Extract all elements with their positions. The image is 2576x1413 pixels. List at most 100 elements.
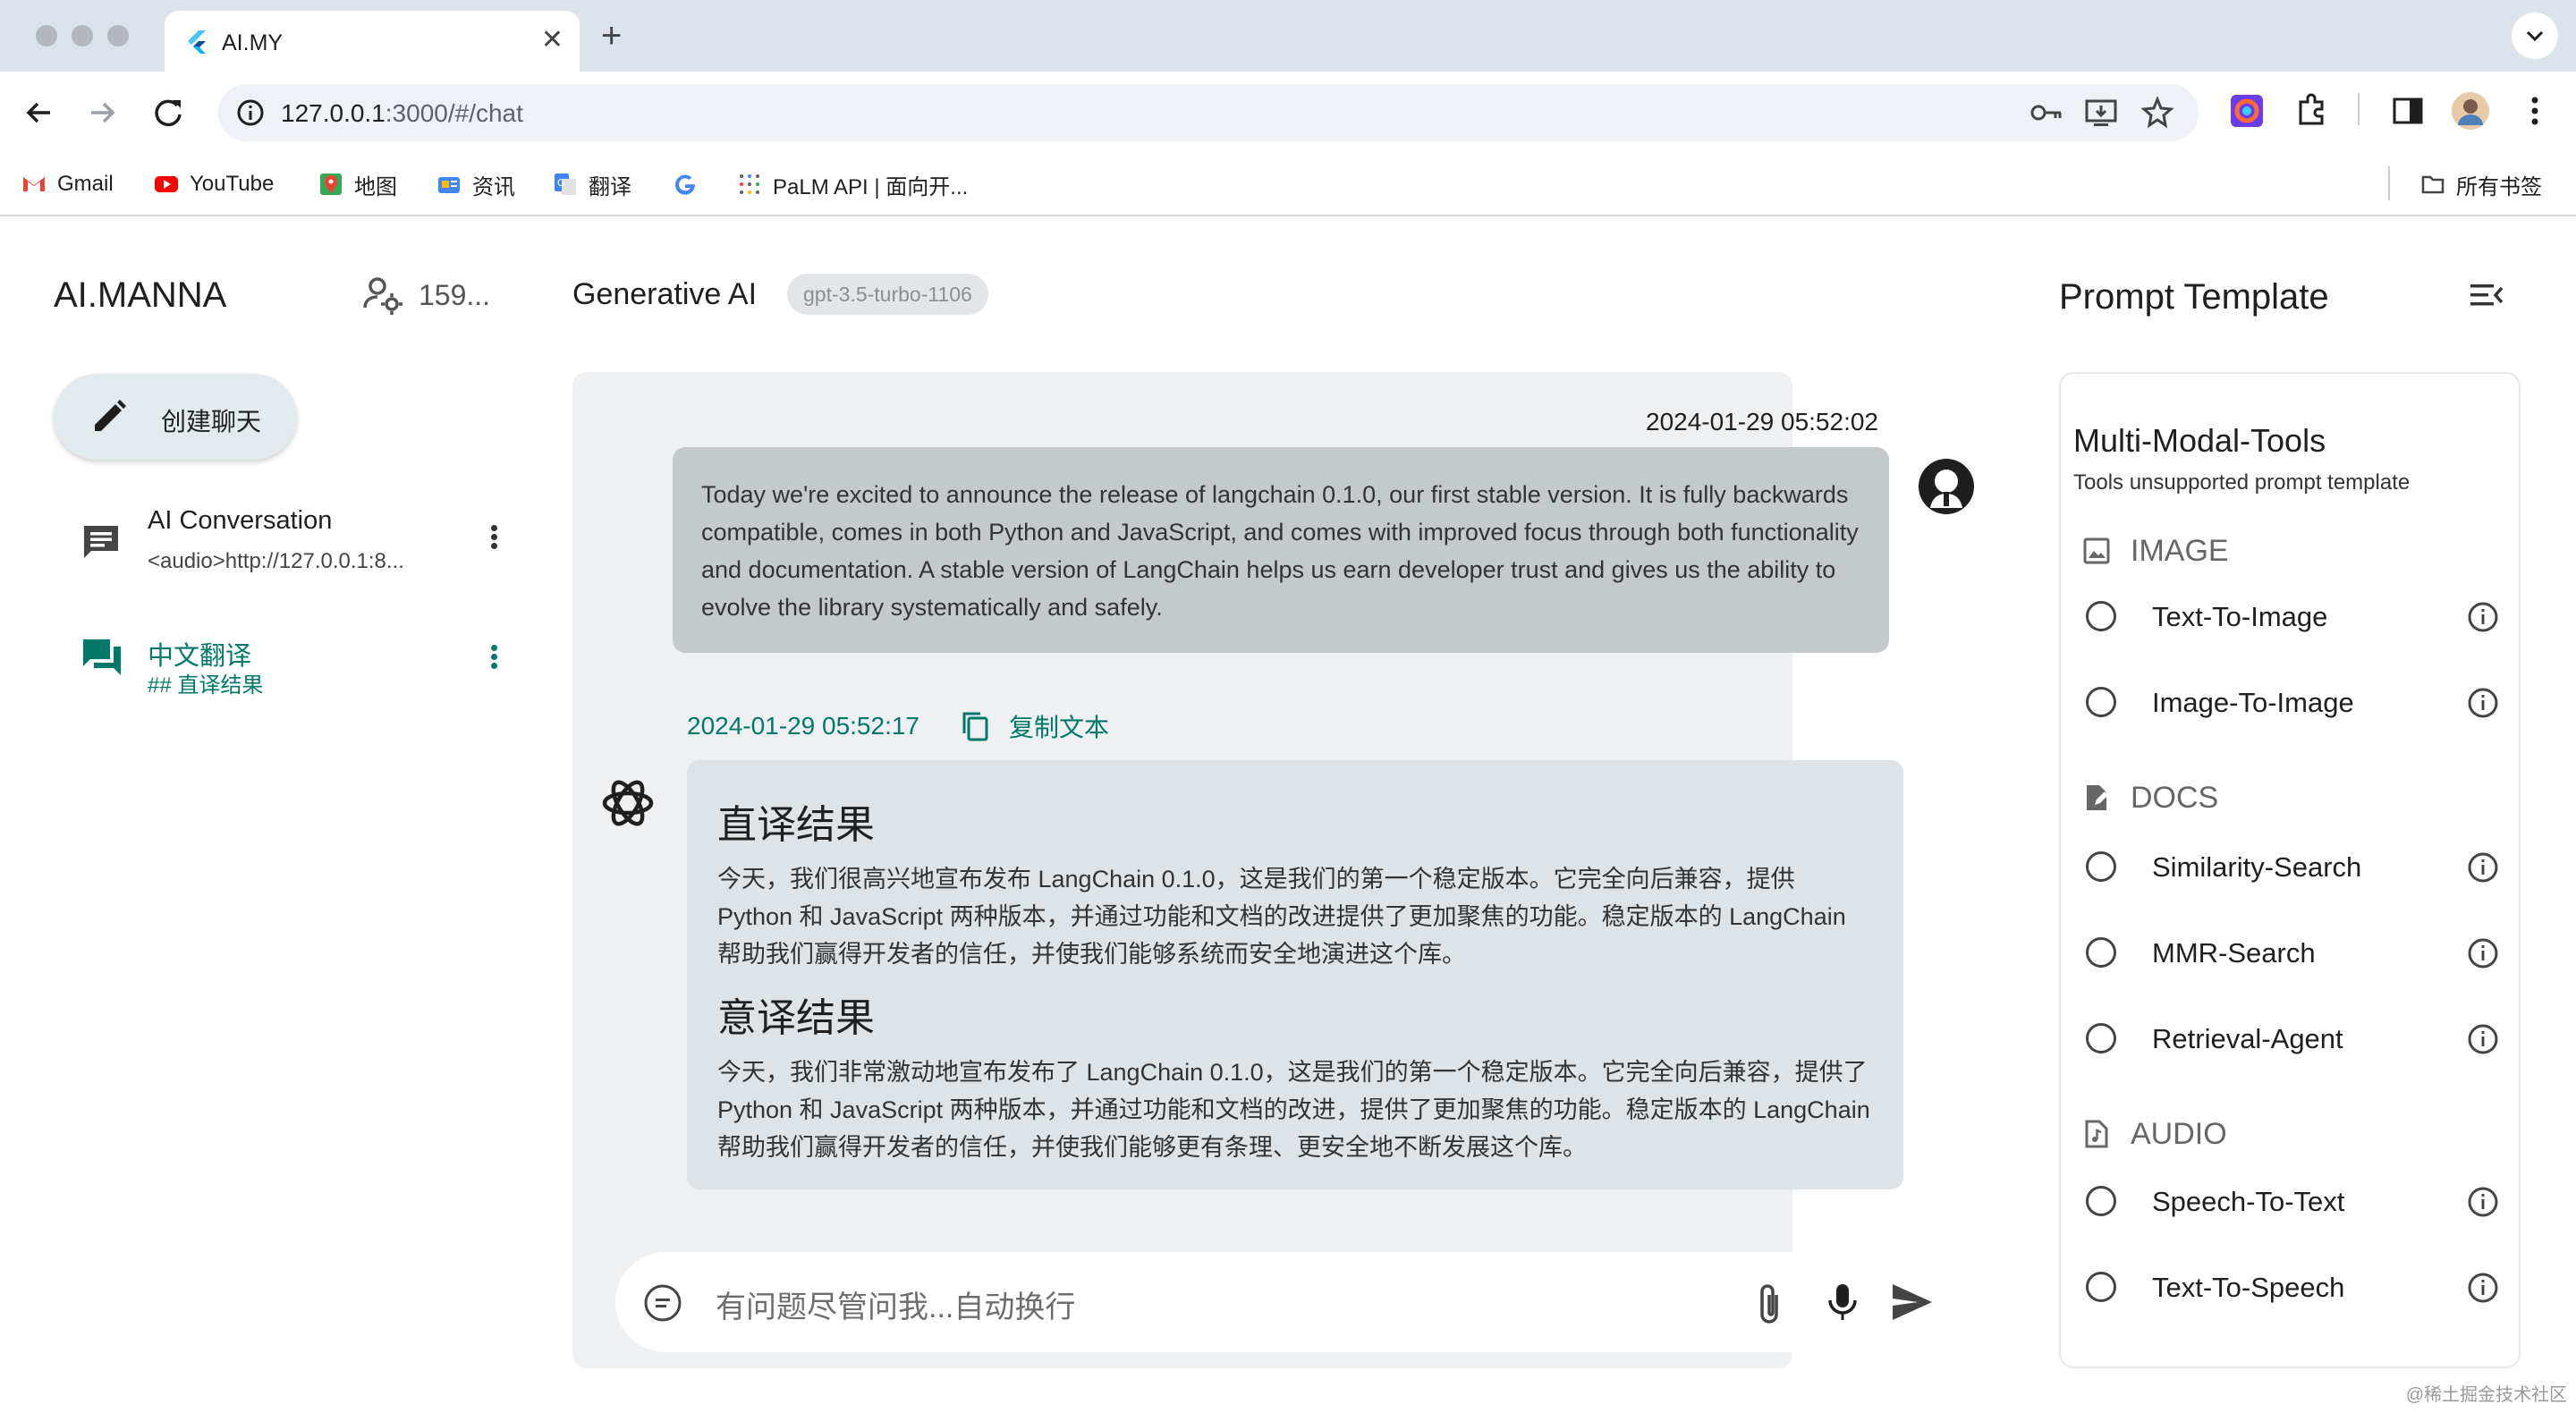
radio-button[interactable] [2086,601,2116,631]
google-icon [675,174,696,195]
image-icon [2083,537,2110,564]
user-message-bubble: Today we're excited to announce the rele… [673,447,1889,653]
template-option-retrieval-agent[interactable]: Retrieval-Agent [2082,1012,2499,1062]
tab-title: AI.MY [222,30,284,55]
prompt-template-title: Prompt Template [2059,277,2329,317]
news-icon [438,177,460,193]
radio-button[interactable] [2086,937,2116,968]
window-maximize-button[interactable] [107,25,129,47]
document-edit-icon [2087,785,2108,810]
info-icon[interactable] [2467,601,2499,633]
bookmark-star-icon[interactable] [2141,97,2174,129]
conversation-item-active[interactable]: 中文翻译 ## 直译结果 [54,628,510,726]
radio-button[interactable] [2086,851,2116,882]
bookmark-palm-api[interactable]: PaLM API | 面向开... [737,166,968,202]
template-option-text-to-speech[interactable]: Text-To-Speech [2082,1261,2499,1311]
chat-input-bar[interactable]: 有问题尽管问我...自动换行 [615,1252,1961,1352]
chat-icon [84,526,118,558]
window-close-button[interactable] [36,25,57,47]
new-tab-button[interactable]: + [601,16,622,55]
window-minimize-button[interactable] [72,25,93,47]
maps-icon [320,173,342,195]
info-icon[interactable] [2467,937,2499,969]
literal-translation-text: 今天，我们很高兴地宣布发布 LangChain 0.1.0，这是我们的第一个稳定… [717,866,1846,968]
tools-heading: Multi-Modal-Tools [2073,422,2326,459]
copy-icon [962,712,988,741]
side-panel-icon[interactable] [2390,93,2426,129]
copy-text-button[interactable]: 复制文本 [959,708,1109,744]
template-option-image-to-image[interactable]: Image-To-Image [2082,676,2499,726]
conversation-item[interactable]: AI Conversation <audio>http://127.0.0.1:… [54,499,510,597]
template-option-text-to-image[interactable]: Text-To-Image [2082,590,2499,640]
install-app-icon[interactable] [2084,97,2118,129]
browser-menu-icon[interactable] [2524,93,2546,129]
ai-message-timestamp: 2024-01-29 05:52:17 [687,712,919,740]
address-bar[interactable]: 127.0.0.1:3000/#/chat [218,84,2199,141]
color-extension-icon[interactable] [2229,93,2265,129]
back-arrow-icon[interactable] [20,93,59,132]
free-translation-text: 今天，我们非常激动地宣布发布了 LangChain 0.1.0，这是我们的第一个… [717,1059,1870,1161]
manage-accounts-icon[interactable] [361,274,404,317]
flutter-icon [188,30,206,54]
svg-text:G: G [557,177,565,189]
bookmark-translate[interactable]: G 翻译 [553,166,631,202]
info-icon[interactable] [2467,851,2499,884]
youtube-icon [155,176,178,192]
section-docs: DOCS [2082,780,2218,816]
prompt-chat-icon[interactable] [642,1282,683,1324]
template-option-mmr-search[interactable]: MMR-Search [2082,926,2499,977]
info-icon[interactable] [2467,1023,2499,1055]
more-vert-icon[interactable] [485,642,503,678]
audio-file-icon [2085,1120,2108,1148]
user-message-timestamp: 2024-01-29 05:52:02 [1646,408,1878,436]
message-input[interactable]: 有问题尽管问我...自动换行 [716,1282,1075,1326]
user-avatar [1919,459,1974,514]
site-info-icon[interactable] [234,97,267,129]
browser-tab-active[interactable]: AI.MY ✕ [165,11,580,72]
forum-icon [83,639,121,675]
radio-button[interactable] [2086,687,2116,717]
profile-avatar[interactable] [2451,91,2490,131]
bookmark-news[interactable]: 资讯 [436,166,515,202]
folder-icon [2421,175,2445,194]
app-brand: AI.MANNA [54,275,227,315]
conversation-preview: <audio>http://127.0.0.1:8... [148,549,404,573]
tab-close-icon[interactable]: ✕ [541,25,564,55]
conversation-title: AI Conversation [148,506,333,535]
gmail-icon [23,177,45,191]
user-count: 159... [419,279,491,311]
conversation-preview: ## 直译结果 [148,673,264,698]
key-icon[interactable] [2029,97,2064,129]
radio-button[interactable] [2086,1023,2116,1053]
palm-api-icon [740,174,759,194]
model-badge: gpt-3.5-turbo-1106 [787,274,988,315]
attach-file-icon[interactable] [1755,1282,1787,1325]
tab-search-button[interactable] [2512,13,2558,59]
literal-translation-heading: 直译结果 [717,803,875,847]
new-chat-button[interactable]: 创建聊天 [54,374,297,460]
bookmark-google[interactable] [673,166,708,202]
all-bookmarks-button[interactable]: 所有书签 [2420,166,2542,202]
info-icon[interactable] [2467,687,2499,719]
toolbar-divider [2358,93,2360,125]
bookmark-maps[interactable]: 地图 [318,166,397,202]
radio-button[interactable] [2086,1186,2116,1216]
microphone-icon[interactable] [1825,1281,1860,1324]
info-icon[interactable] [2467,1186,2499,1218]
send-icon[interactable] [1891,1282,1934,1322]
extensions-puzzle-icon[interactable] [2293,93,2329,129]
reload-icon[interactable] [148,93,188,132]
info-icon[interactable] [2467,1272,2499,1304]
radio-button[interactable] [2086,1272,2116,1302]
chevron-down-icon [2526,30,2544,42]
forward-arrow-icon[interactable] [82,93,122,132]
translate-icon: G [555,173,576,195]
template-option-speech-to-text[interactable]: Speech-To-Text [2082,1175,2499,1225]
menu-collapse-icon[interactable] [2469,277,2504,313]
tools-subtitle: Tools unsupported prompt template [2073,470,2411,495]
chat-title: Generative AI [572,277,758,311]
template-option-similarity-search[interactable]: Similarity-Search [2082,841,2499,891]
bookmark-youtube[interactable]: YouTube [154,166,274,202]
bookmark-gmail[interactable]: Gmail [21,166,114,202]
more-vert-icon[interactable] [485,522,503,558]
